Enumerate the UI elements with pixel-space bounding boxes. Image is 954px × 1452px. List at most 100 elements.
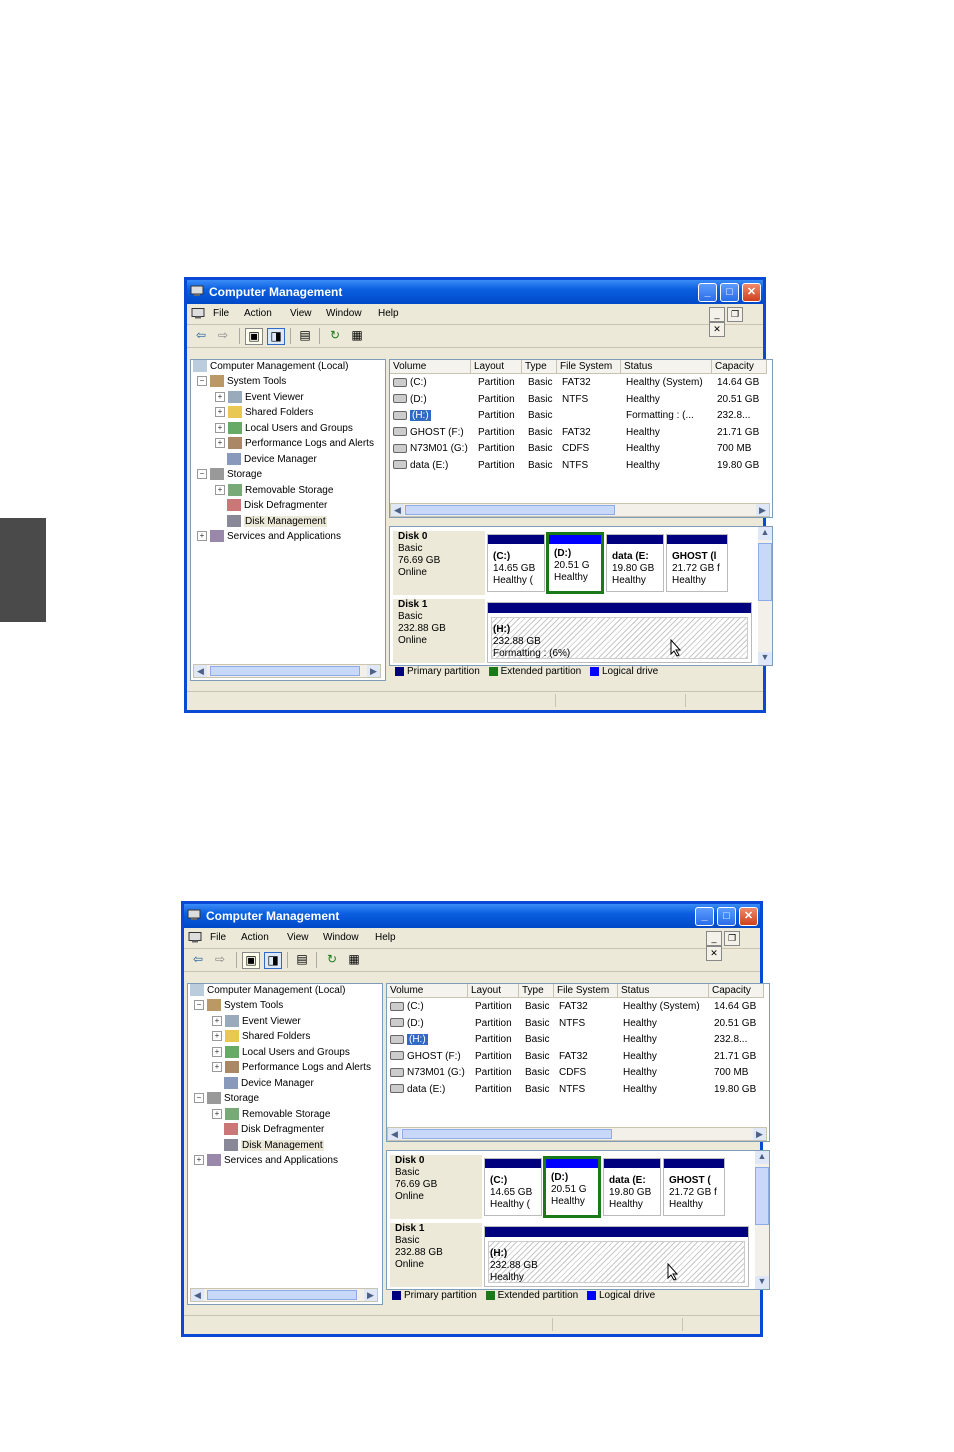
list-hscrollbar[interactable]: ◀ ▶ <box>387 1127 767 1141</box>
menu-action[interactable]: Action <box>241 932 269 943</box>
menu-view[interactable]: View <box>287 932 309 943</box>
tree-item-device-manager[interactable]: Device Manager <box>227 453 317 467</box>
properties-icon[interactable]: ▤ <box>297 328 313 343</box>
volume-row-name[interactable]: (D:) <box>393 393 427 407</box>
scroll-thumb[interactable] <box>210 666 360 676</box>
scroll-thumb[interactable] <box>758 543 772 601</box>
disk1-label[interactable]: Disk 1 Basic 232.88 GB Online <box>390 1223 482 1287</box>
partition-data-e[interactable]: data (E: 19.80 GB Healthy <box>606 534 664 592</box>
scroll-thumb[interactable] <box>207 1290 357 1300</box>
list-hscrollbar[interactable]: ◀ ▶ <box>390 503 770 517</box>
volume-row-name[interactable]: (D:) <box>390 1017 424 1031</box>
mdi-restore-button[interactable]: ❐ <box>727 307 743 322</box>
column-header-capacity[interactable]: Capacity <box>712 360 767 374</box>
volume-row-name[interactable]: data (E:) <box>390 1083 445 1097</box>
column-header-capacity[interactable]: Capacity <box>709 984 764 998</box>
tree-item-disk-management[interactable]: Disk Management <box>224 1139 324 1153</box>
mdi-restore-button[interactable]: ❐ <box>724 931 740 946</box>
scroll-up-icon[interactable]: ▲ <box>755 1151 769 1164</box>
mdi-minimize-button[interactable]: _ <box>706 931 722 946</box>
disk0-label[interactable]: Disk 0 Basic 76.69 GB Online <box>390 1155 482 1219</box>
tree-item-shared-folders[interactable]: + Shared Folders <box>215 406 313 420</box>
tree-item-services[interactable]: + Services and Applications <box>197 530 341 544</box>
disk0-label[interactable]: Disk 0 Basic 76.69 GB Online <box>393 531 485 595</box>
close-button[interactable]: ✕ <box>742 283 761 302</box>
close-button[interactable]: ✕ <box>739 907 758 926</box>
forward-icon[interactable]: ⇨ <box>212 952 228 967</box>
expand-icon[interactable]: + <box>215 485 225 496</box>
expand-icon[interactable]: + <box>215 407 225 418</box>
tree-item-root[interactable]: Computer Management (Local) <box>193 360 348 374</box>
column-header-file-system[interactable]: File System <box>554 984 618 998</box>
collapse-icon[interactable]: − <box>197 376 207 387</box>
tree-item-device-manager[interactable]: Device Manager <box>224 1077 314 1091</box>
tree-item-perf-logs[interactable]: + Performance Logs and Alerts <box>212 1061 371 1075</box>
minimize-button[interactable]: _ <box>695 907 714 926</box>
disk1-label[interactable]: Disk 1 Basic 232.88 GB Online <box>393 599 485 663</box>
menu-window[interactable]: Window <box>323 932 359 943</box>
expand-icon[interactable]: + <box>212 1047 222 1058</box>
column-header-layout[interactable]: Layout <box>471 360 522 374</box>
tree-item-root[interactable]: Computer Management (Local) <box>190 984 345 998</box>
tree-item-event-viewer[interactable]: + Event Viewer <box>212 1015 301 1029</box>
scroll-right-icon[interactable]: ▶ <box>753 1128 766 1140</box>
column-header-type[interactable]: Type <box>522 360 557 374</box>
maximize-button[interactable]: □ <box>720 283 739 302</box>
tree-item-services[interactable]: + Services and Applications <box>194 1154 338 1168</box>
expand-icon[interactable]: + <box>212 1062 222 1073</box>
partition-h[interactable]: (H:) 232.88 GB Healthy <box>484 1226 749 1287</box>
menu-file[interactable]: File <box>213 308 229 319</box>
mdi-minimize-button[interactable]: _ <box>709 307 725 322</box>
volume-row-name[interactable]: N73M01 (G:) <box>390 1066 465 1080</box>
tree-item-storage[interactable]: − Storage <box>194 1092 259 1106</box>
forward-icon[interactable]: ⇨ <box>215 328 231 343</box>
column-header-type[interactable]: Type <box>519 984 554 998</box>
column-header-layout[interactable]: Layout <box>468 984 519 998</box>
tree-hscrollbar[interactable]: ◀ ▶ <box>193 664 381 678</box>
scroll-right-icon[interactable]: ▶ <box>756 504 769 516</box>
show-hide-tree-icon[interactable]: ◨ <box>267 328 285 345</box>
scroll-left-icon[interactable]: ◀ <box>391 504 404 516</box>
tree-item-disk-management[interactable]: Disk Management <box>227 515 327 529</box>
collapse-icon[interactable]: − <box>194 1093 204 1104</box>
scroll-left-icon[interactable]: ◀ <box>194 665 207 677</box>
volume-row-name[interactable]: (C:) <box>390 1000 424 1014</box>
properties-icon[interactable]: ▤ <box>294 952 310 967</box>
menu-file[interactable]: File <box>210 932 226 943</box>
partition-c[interactable]: (C:) 14.65 GB Healthy ( <box>487 534 545 592</box>
menu-help[interactable]: Help <box>378 308 399 319</box>
expand-icon[interactable]: + <box>197 531 207 542</box>
expand-icon[interactable]: + <box>212 1109 222 1120</box>
partition-ghost-f[interactable]: GHOST (21.72 GB f Healthy <box>663 1158 725 1216</box>
gfx-vscrollbar[interactable]: ▲ ▼ <box>758 527 772 665</box>
tree-item-event-viewer[interactable]: + Event Viewer <box>215 391 304 405</box>
volume-row-name[interactable]: (H:) <box>393 409 431 423</box>
column-header-file-system[interactable]: File System <box>557 360 621 374</box>
tree-item-local-users[interactable]: + Local Users and Groups <box>212 1046 350 1060</box>
expand-icon[interactable]: + <box>215 423 225 434</box>
tree-hscrollbar[interactable]: ◀ ▶ <box>190 1288 378 1302</box>
menu-window[interactable]: Window <box>326 308 362 319</box>
partition-d-extended[interactable]: (D:) 20.51 G Healthy <box>546 532 604 594</box>
volume-row-name[interactable]: (C:) <box>393 376 427 390</box>
expand-icon[interactable]: + <box>215 392 225 403</box>
collapse-icon[interactable]: − <box>194 1000 204 1011</box>
tree-item-removable-storage[interactable]: + Removable Storage <box>212 1108 330 1122</box>
expand-icon[interactable]: + <box>215 438 225 449</box>
gfx-vscrollbar[interactable]: ▲ ▼ <box>755 1151 769 1289</box>
title-bar[interactable]: Computer Management _ □ ✕ <box>187 280 763 304</box>
menu-view[interactable]: View <box>290 308 312 319</box>
back-icon[interactable]: ⇦ <box>190 952 206 967</box>
column-header-volume[interactable]: Volume <box>387 984 468 998</box>
tree-item-system-tools[interactable]: − System Tools <box>194 999 283 1013</box>
maximize-button[interactable]: □ <box>717 907 736 926</box>
tree-item-perf-logs[interactable]: + Performance Logs and Alerts <box>215 437 374 451</box>
partition-h[interactable]: (H:) 232.88 GB Formatting : (6%) <box>487 602 752 663</box>
partition-c[interactable]: (C:) 14.65 GB Healthy ( <box>484 1158 542 1216</box>
volume-row-name[interactable]: data (E:) <box>393 459 448 473</box>
scroll-up-icon[interactable]: ▲ <box>758 527 772 540</box>
tree-item-local-users[interactable]: + Local Users and Groups <box>215 422 353 436</box>
minimize-button[interactable]: _ <box>698 283 717 302</box>
show-hide-tree-icon[interactable]: ◨ <box>264 952 282 969</box>
volume-row-name[interactable]: N73M01 (G:) <box>393 442 468 456</box>
